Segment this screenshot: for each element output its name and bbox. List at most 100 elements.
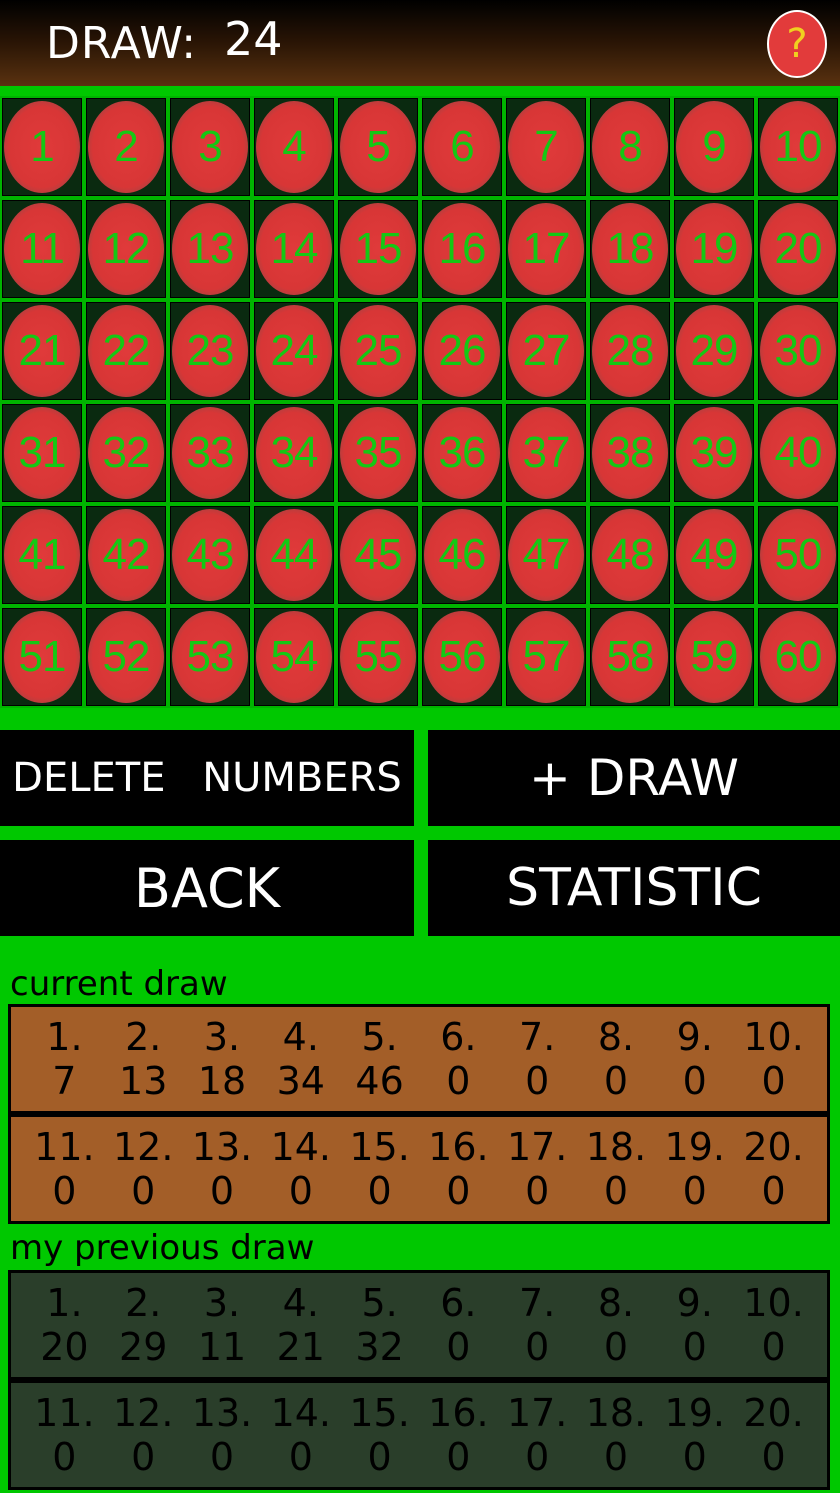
number-ball[interactable]: 17 [508, 203, 584, 295]
number-ball[interactable]: 44 [256, 509, 332, 601]
draw-slot: 13. 0 [183, 1117, 262, 1221]
back-button[interactable]: BACK [0, 840, 414, 936]
number-cell: 29 [674, 302, 754, 400]
draw-slot: 10. 0 [734, 1273, 813, 1377]
number-cell: 56 [422, 608, 502, 706]
number-ball[interactable]: 16 [424, 203, 500, 295]
slot-position: 9. [676, 1281, 713, 1325]
number-ball[interactable]: 24 [256, 305, 332, 397]
number-ball[interactable]: 53 [172, 611, 248, 703]
number-ball[interactable]: 15 [340, 203, 416, 295]
number-ball[interactable]: 43 [172, 509, 248, 601]
number-ball[interactable]: 41 [4, 509, 80, 601]
number-ball[interactable]: 3 [172, 101, 248, 193]
number-ball[interactable]: 40 [760, 407, 836, 499]
number-ball[interactable]: 54 [256, 611, 332, 703]
number-ball[interactable]: 4 [256, 101, 332, 193]
draw-slot: 4. 34 [261, 1007, 340, 1111]
number-ball[interactable]: 50 [760, 509, 836, 601]
help-icon[interactable]: ? [767, 10, 827, 78]
number-ball[interactable]: 25 [340, 305, 416, 397]
number-ball[interactable]: 21 [4, 305, 80, 397]
draw-slot: 11. 0 [25, 1117, 104, 1221]
number-ball[interactable]: 48 [592, 509, 668, 601]
number-ball[interactable]: 12 [88, 203, 164, 295]
number-ball[interactable]: 2 [88, 101, 164, 193]
number-ball[interactable]: 39 [676, 407, 752, 499]
number-ball[interactable]: 51 [4, 611, 80, 703]
number-cell: 50 [758, 506, 838, 604]
number-ball[interactable]: 26 [424, 305, 500, 397]
number-ball[interactable]: 45 [340, 509, 416, 601]
slot-value: 0 [446, 1059, 471, 1103]
number-ball[interactable]: 13 [172, 203, 248, 295]
number-ball[interactable]: 11 [4, 203, 80, 295]
number-ball[interactable]: 49 [676, 509, 752, 601]
number-ball[interactable]: 10 [760, 101, 836, 193]
statistic-button[interactable]: STATISTIC [428, 840, 840, 936]
number-cell: 30 [758, 302, 838, 400]
slot-value: 0 [761, 1435, 786, 1479]
number-ball[interactable]: 27 [508, 305, 584, 397]
slot-value: 0 [682, 1059, 707, 1103]
number-ball[interactable]: 1 [4, 101, 80, 193]
slot-position: 12. [112, 1391, 174, 1435]
slot-position: 3. [203, 1015, 241, 1059]
number-ball[interactable]: 58 [592, 611, 668, 703]
number-cell: 31 [2, 404, 82, 502]
number-ball[interactable]: 32 [88, 407, 164, 499]
number-ball[interactable]: 37 [508, 407, 584, 499]
number-cell: 16 [422, 200, 502, 298]
slot-position: 3. [203, 1281, 241, 1325]
add-draw-button[interactable]: + DRAW [428, 730, 840, 826]
number-cell: 52 [86, 608, 166, 706]
number-cell: 47 [506, 506, 586, 604]
number-ball[interactable]: 34 [256, 407, 332, 499]
number-ball[interactable]: 8 [592, 101, 668, 193]
number-ball[interactable]: 56 [424, 611, 500, 703]
number-ball[interactable]: 59 [676, 611, 752, 703]
number-ball[interactable]: 57 [508, 611, 584, 703]
number-ball[interactable]: 30 [760, 305, 836, 397]
number-ball[interactable]: 6 [424, 101, 500, 193]
number-ball[interactable]: 5 [340, 101, 416, 193]
previous-draw-row-1: 1. 20 2. 29 3. 11 4. 21 5. 32 6. 0 7. 0 8. 0 9. 0 10. 0 [8, 1270, 830, 1380]
draw-slot: 17. 0 [498, 1383, 577, 1487]
slot-position: 18. [585, 1125, 647, 1169]
number-ball[interactable]: 36 [424, 407, 500, 499]
number-ball[interactable]: 14 [256, 203, 332, 295]
number-ball[interactable]: 20 [760, 203, 836, 295]
previous-draw-label: my previous draw [10, 1228, 315, 1268]
number-cell: 27 [506, 302, 586, 400]
slot-value: 20 [40, 1325, 89, 1369]
number-ball[interactable]: 28 [592, 305, 668, 397]
number-ball[interactable]: 60 [760, 611, 836, 703]
delete-numbers-button[interactable]: DELETE NUMBERS [0, 730, 414, 826]
number-ball[interactable]: 35 [340, 407, 416, 499]
number-cell: 53 [170, 608, 250, 706]
slot-position: 4. [282, 1281, 319, 1325]
draw-slot: 6. 0 [419, 1007, 498, 1111]
number-ball[interactable]: 46 [424, 509, 500, 601]
draw-slot: 15. 0 [340, 1117, 419, 1221]
number-ball[interactable]: 55 [340, 611, 416, 703]
draw-slot: 19. 0 [655, 1117, 734, 1221]
draw-slot: 17. 0 [498, 1117, 577, 1221]
number-ball[interactable]: 9 [676, 101, 752, 193]
number-ball[interactable]: 31 [4, 407, 80, 499]
number-ball[interactable]: 47 [508, 509, 584, 601]
number-ball[interactable]: 19 [676, 203, 752, 295]
number-ball[interactable]: 33 [172, 407, 248, 499]
number-ball[interactable]: 29 [676, 305, 752, 397]
number-cell: 57 [506, 608, 586, 706]
number-ball[interactable]: 18 [592, 203, 668, 295]
slot-position: 9. [676, 1015, 713, 1059]
number-ball[interactable]: 38 [592, 407, 668, 499]
number-ball[interactable]: 22 [88, 305, 164, 397]
number-ball[interactable]: 7 [508, 101, 584, 193]
draw-slot: 8. 0 [577, 1007, 656, 1111]
slot-position: 20. [743, 1125, 804, 1169]
number-ball[interactable]: 52 [88, 611, 164, 703]
number-ball[interactable]: 42 [88, 509, 164, 601]
number-ball[interactable]: 23 [172, 305, 248, 397]
